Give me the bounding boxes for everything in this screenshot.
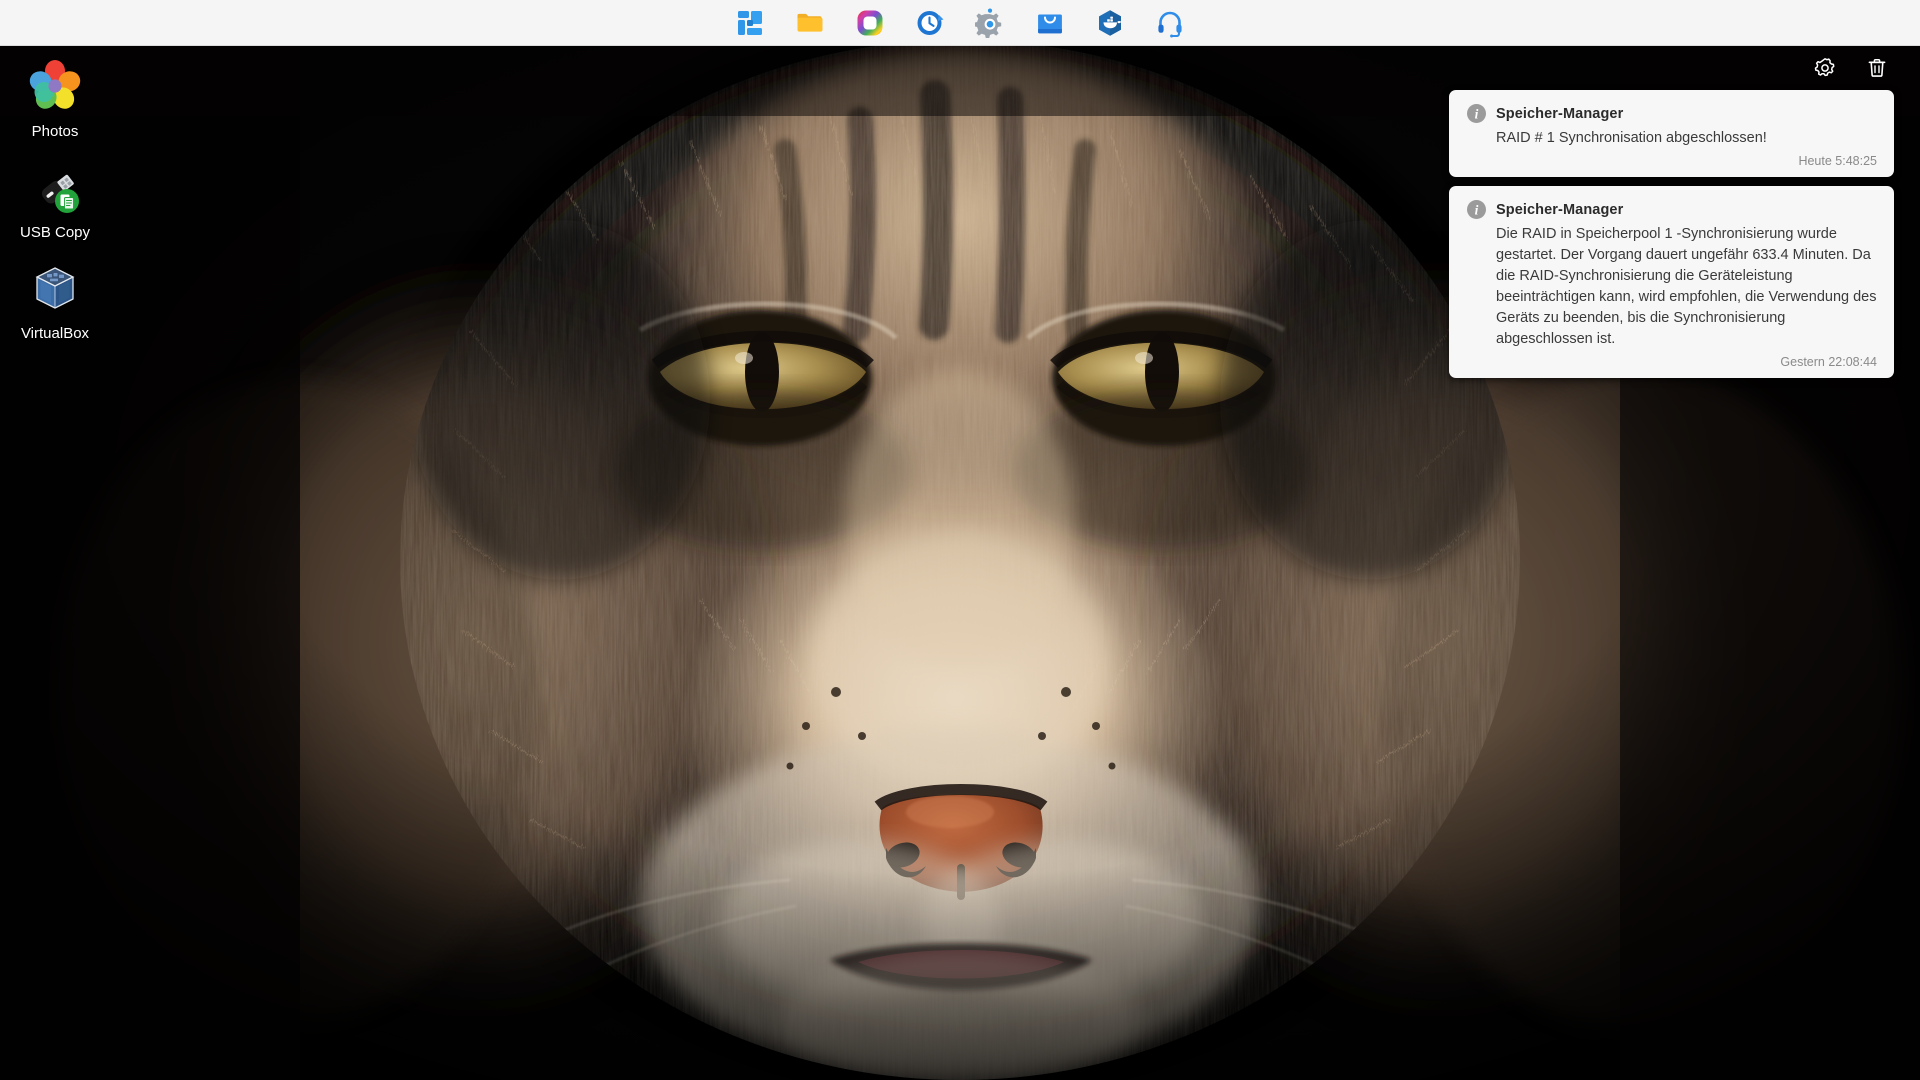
trash-icon[interactable] [1864,55,1890,81]
taskbar-item-control-panel[interactable] [973,6,1007,40]
notification-message: Die RAID in Speicherpool 1 -Synchronisie… [1496,226,1877,347]
taskbar-item-file-station[interactable] [793,6,827,40]
desktop-icon-list: Photos USB Copy VirtualBox [0,46,110,359]
photos-flower-icon [24,56,86,118]
taskbar-item-backup[interactable] [913,6,947,40]
info-icon: i [1466,199,1487,220]
desktop-icon-label: USB Copy [19,224,91,241]
taskbar-item-support[interactable] [1153,6,1187,40]
package-center-icon [1038,14,1062,33]
desktop-icon-photos[interactable]: Photos [0,56,110,141]
notification-header: i Speicher-Manager [1466,103,1877,124]
notification-message: RAID # 1 Synchronisation abgeschlossen! [1496,130,1767,146]
backup-clock-icon [917,10,944,35]
usb-copy-icon [24,157,86,219]
desktop-icon-usb-copy[interactable]: USB Copy [0,157,110,242]
taskbar-item-main-menu[interactable] [733,6,767,40]
main-menu-icon [738,10,762,35]
notification-item[interactable]: i Speicher-Manager RAID # 1 Synchronisat… [1449,90,1894,177]
svg-text:i: i [1475,106,1479,121]
desktop-icon-label: VirtualBox [20,325,90,342]
virtualbox-cube-icon [24,258,86,320]
support-headset-icon [1158,11,1182,37]
svg-text:i: i [1475,202,1479,217]
control-panel-gear-icon [975,8,1002,38]
notification-area: i Speicher-Manager RAID # 1 Synchronisat… [1449,46,1894,387]
taskbar-item-docker[interactable] [1093,6,1127,40]
taskbar [0,0,1920,46]
notification-title: Speicher-Manager [1496,201,1624,218]
desktop-icon-label: Photos [31,123,79,140]
desktop-icon-virtualbox[interactable]: VirtualBox [0,258,110,343]
notification-timestamp: Gestern 22:08:44 [1780,355,1877,369]
desktop-screen: Photos USB Copy VirtualBox i Speicher-Ma… [0,0,1920,1080]
notification-header: i Speicher-Manager [1466,199,1877,220]
docker-icon [1099,9,1122,36]
file-station-icon [797,13,823,32]
notification-toolbar [1812,46,1894,90]
photos-icon [857,10,883,35]
taskbar-item-package-center[interactable] [1033,6,1067,40]
info-icon: i [1466,103,1487,124]
notification-item[interactable]: i Speicher-Manager Die RAID in Speicherp… [1449,186,1894,378]
notification-timestamp: Heute 5:48:25 [1798,154,1877,168]
notification-title: Speicher-Manager [1496,105,1624,122]
gear-icon[interactable] [1812,55,1838,81]
taskbar-item-photos[interactable] [853,6,887,40]
